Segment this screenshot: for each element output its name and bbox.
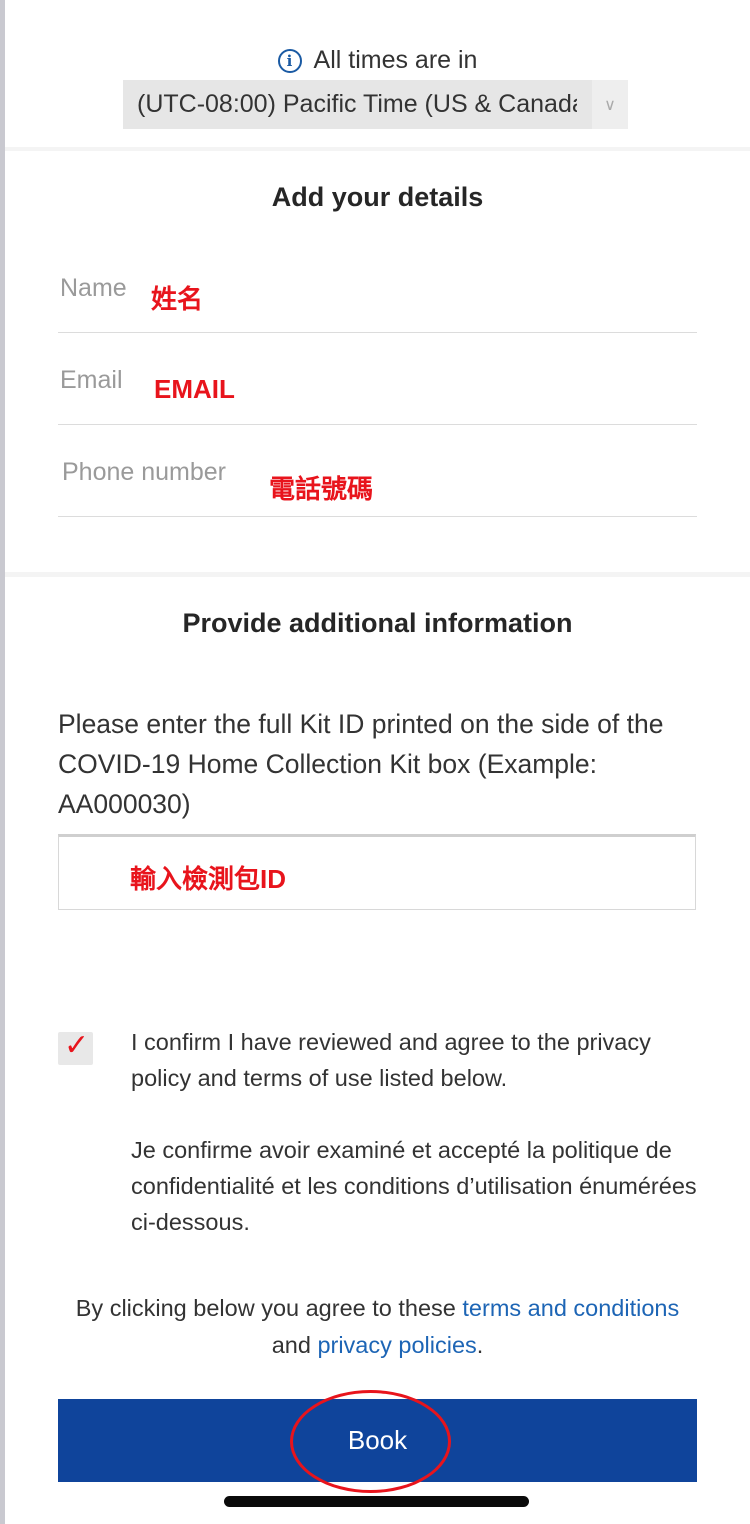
checkmark-icon: ✓ [64,1029,90,1062]
terms-notice: By clicking below you agree to these ter… [5,1290,750,1364]
kit-id-input[interactable]: 輸入檢測包ID [58,834,696,910]
chevron-down-icon[interactable]: ∨ [592,80,628,129]
terms-and: and [271,1332,311,1358]
book-button[interactable]: Book [58,1399,697,1482]
email-field[interactable]: Email EMAIL [58,352,697,425]
name-field[interactable]: Name 姓名 [58,259,697,333]
details-title: Add your details [271,182,484,212]
additional-info-title: Provide additional information [182,608,573,638]
phone-field-label: Phone number [62,458,227,486]
email-field-label: Email [60,366,123,394]
details-section: Add your details Name 姓名 Email EMAIL Pho… [5,151,750,572]
name-annotation: 姓名 [151,284,204,314]
kit-id-prompt: Please enter the full Kit ID printed on … [58,709,664,819]
book-button-label: Book [347,1425,408,1455]
terms-prefix: By clicking below you agree to these [75,1295,456,1321]
timezone-select[interactable]: (UTC-08:00) Pacific Time (US & Canada) ∨ [123,80,628,129]
timezone-prefix: All times are in [313,46,478,74]
terms-link[interactable]: terms and conditions [462,1295,679,1321]
info-icon: i [277,48,302,73]
confirm-text: I confirm I have reviewed and agree to t… [131,1024,711,1240]
home-indicator[interactable] [224,1496,529,1507]
timezone-notice: i All times are in [5,46,750,75]
timezone-select-value: (UTC-08:00) Pacific Time (US & Canada) [137,90,577,118]
privacy-link[interactable]: privacy policies [317,1332,476,1358]
confirm-text-english: I confirm I have reviewed and agree to t… [131,1029,651,1091]
confirm-text-french: Je confirme avoir examiné et accepté la … [131,1137,697,1235]
kit-id-annotation: 輸入檢測包ID [130,864,287,894]
privacy-agree-checkbox[interactable]: ✓ [58,1029,93,1065]
name-field-label: Name [60,274,127,302]
additional-info-section: Provide additional information Please en… [5,577,750,1524]
email-annotation: EMAIL [154,374,235,404]
timezone-area: i All times are in (UTC-08:00) Pacific T… [5,0,750,147]
phone-field[interactable]: Phone number 電話號碼 [58,444,697,517]
phone-annotation: 電話號碼 [269,474,374,504]
terms-suffix: . [476,1332,484,1358]
